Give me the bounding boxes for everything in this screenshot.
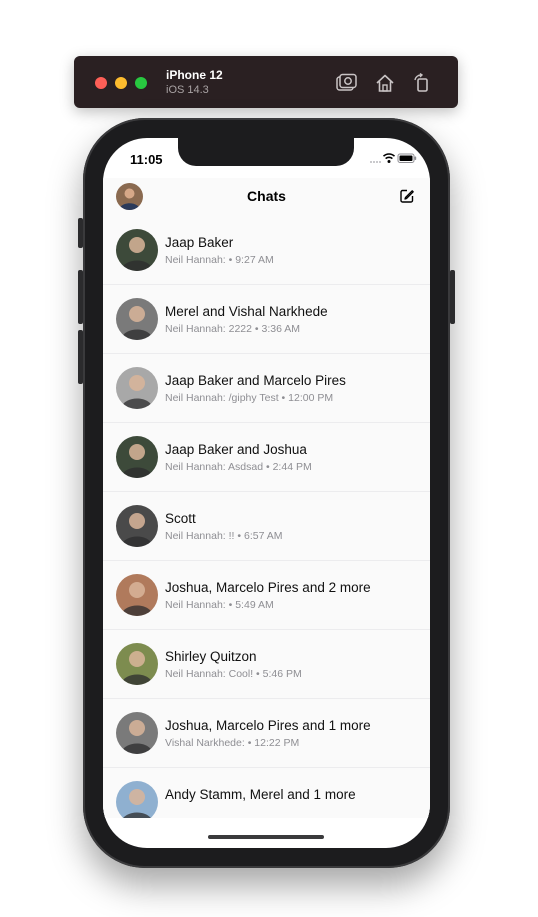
chat-sender: Neil Hannah: bbox=[165, 392, 226, 404]
chat-preview: Neil Hannah: /giphy Test • 12:00 PM bbox=[165, 392, 333, 404]
separator-dot: • bbox=[253, 668, 263, 680]
home-indicator[interactable] bbox=[208, 835, 324, 839]
chat-avatar bbox=[116, 298, 158, 340]
chat-preview: Vishal Narkhede: • 12:22 PM bbox=[165, 737, 299, 749]
chat-sender: Vishal Narkhede: bbox=[165, 737, 245, 749]
volume-up-button bbox=[78, 270, 83, 324]
chat-name: Jaap Baker bbox=[165, 235, 234, 250]
chat-avatar bbox=[116, 574, 158, 616]
chat-name: Joshua, Marcelo Pires and 2 more bbox=[165, 580, 371, 595]
chat-name: Andy Stamm, Merel and 1 more bbox=[165, 787, 356, 802]
power-button bbox=[450, 270, 455, 324]
chat-time: 9:27 AM bbox=[235, 254, 274, 266]
notch bbox=[178, 138, 354, 166]
chat-sender: Neil Hannah: bbox=[165, 254, 226, 266]
chat-last-message: /giphy Test bbox=[228, 392, 279, 404]
home-icon[interactable] bbox=[374, 72, 396, 94]
chat-time: 2:44 PM bbox=[272, 461, 312, 473]
chat-name: Jaap Baker and Joshua bbox=[165, 442, 307, 457]
separator-dot: • bbox=[278, 392, 289, 404]
chat-time: 5:49 AM bbox=[235, 599, 274, 611]
cellular-signal-icon bbox=[370, 161, 381, 163]
chat-last-message: 2222 bbox=[228, 323, 252, 335]
chat-time: 6:57 AM bbox=[243, 530, 283, 542]
chat-time: 3:36 AM bbox=[261, 323, 301, 335]
battery-icon bbox=[397, 153, 417, 163]
chat-name: Joshua, Marcelo Pires and 1 more bbox=[165, 718, 371, 733]
chat-preview: Neil Hannah: 2222 • 3:36 AM bbox=[165, 323, 300, 335]
wifi-icon bbox=[382, 153, 396, 163]
chat-avatar bbox=[116, 367, 158, 409]
chat-avatar bbox=[116, 436, 158, 478]
chat-last-message: Asdsad bbox=[228, 461, 264, 473]
chat-last-message: Cool! bbox=[228, 668, 254, 680]
minimize-window-button[interactable] bbox=[115, 77, 127, 89]
chat-name: Merel and Vishal Narkhede bbox=[165, 304, 328, 319]
chat-name: Jaap Baker and Marcelo Pires bbox=[165, 373, 346, 388]
chat-time: 12:00 PM bbox=[288, 392, 334, 404]
chat-row[interactable]: Merel and Vishal Narkhede Neil Hannah: 22… bbox=[103, 285, 430, 354]
chat-avatar bbox=[116, 781, 158, 818]
simulator-title-bar: iPhone 12 iOS 14.3 bbox=[74, 56, 458, 108]
rotate-icon[interactable] bbox=[411, 72, 433, 94]
chat-sender: Neil Hannah: bbox=[165, 599, 226, 611]
chat-row[interactable]: Jaap Baker and Joshua Neil Hannah: Asdsad… bbox=[103, 423, 430, 492]
chat-preview: Neil Hannah: Cool! • 5:46 PM bbox=[165, 668, 302, 680]
navigation-bar: Chats bbox=[103, 178, 430, 217]
chat-sender: Neil Hannah: bbox=[165, 323, 226, 335]
chat-sender: Neil Hannah: bbox=[165, 530, 226, 542]
separator-dot: • bbox=[263, 461, 273, 473]
phone-screen: 11:05 Chats Jaap Baker Neil Hannah: • 9:2… bbox=[103, 138, 430, 848]
os-version: iOS 14.3 bbox=[166, 84, 209, 96]
chat-row[interactable]: Joshua, Marcelo Pires and 2 more Neil Han… bbox=[103, 561, 430, 630]
chat-avatar bbox=[116, 229, 158, 271]
chat-name: Shirley Quitzon bbox=[165, 649, 257, 664]
chat-row[interactable]: Jaap Baker Neil Hannah: • 9:27 AM bbox=[103, 216, 430, 285]
chat-list[interactable]: Jaap Baker Neil Hannah: • 9:27 AM Merel an… bbox=[103, 216, 430, 818]
chat-preview: Neil Hannah: • 5:49 AM bbox=[165, 599, 274, 611]
chat-name: Scott bbox=[165, 511, 196, 526]
chat-time: 12:22 PM bbox=[254, 737, 300, 749]
status-icons bbox=[370, 153, 417, 163]
compose-icon[interactable] bbox=[399, 188, 415, 204]
chat-preview: Neil Hannah: Asdsad • 2:44 PM bbox=[165, 461, 312, 473]
device-name: iPhone 12 bbox=[166, 68, 223, 82]
close-window-button[interactable] bbox=[95, 77, 107, 89]
status-time: 11:05 bbox=[130, 152, 163, 167]
chat-preview: Neil Hannah: !! • 6:57 AM bbox=[165, 530, 283, 542]
separator-dot: • bbox=[234, 530, 244, 542]
chat-avatar bbox=[116, 643, 158, 685]
chat-row[interactable]: Andy Stamm, Merel and 1 more bbox=[103, 768, 430, 818]
chat-time: 5:46 PM bbox=[262, 668, 302, 680]
chat-sender: Neil Hannah: bbox=[165, 668, 226, 680]
chat-avatar bbox=[116, 505, 158, 547]
separator-dot: • bbox=[251, 323, 262, 335]
page-title: Chats bbox=[247, 188, 286, 204]
chat-preview: Neil Hannah: • 9:27 AM bbox=[165, 254, 274, 266]
volume-down-button bbox=[78, 330, 83, 384]
chat-row[interactable]: Jaap Baker and Marcelo Pires Neil Hannah:… bbox=[103, 354, 430, 423]
chat-row[interactable]: Shirley Quitzon Neil Hannah: Cool! • 5:46… bbox=[103, 630, 430, 699]
screenshot-icon[interactable] bbox=[335, 72, 357, 94]
chat-row[interactable]: Scott Neil Hannah: !! • 6:57 AM bbox=[103, 492, 430, 561]
mute-switch bbox=[78, 218, 83, 248]
chat-avatar bbox=[116, 712, 158, 754]
zoom-window-button[interactable] bbox=[135, 77, 147, 89]
chat-row[interactable]: Joshua, Marcelo Pires and 1 more Vishal N… bbox=[103, 699, 430, 768]
chat-sender: Neil Hannah: bbox=[165, 461, 226, 473]
